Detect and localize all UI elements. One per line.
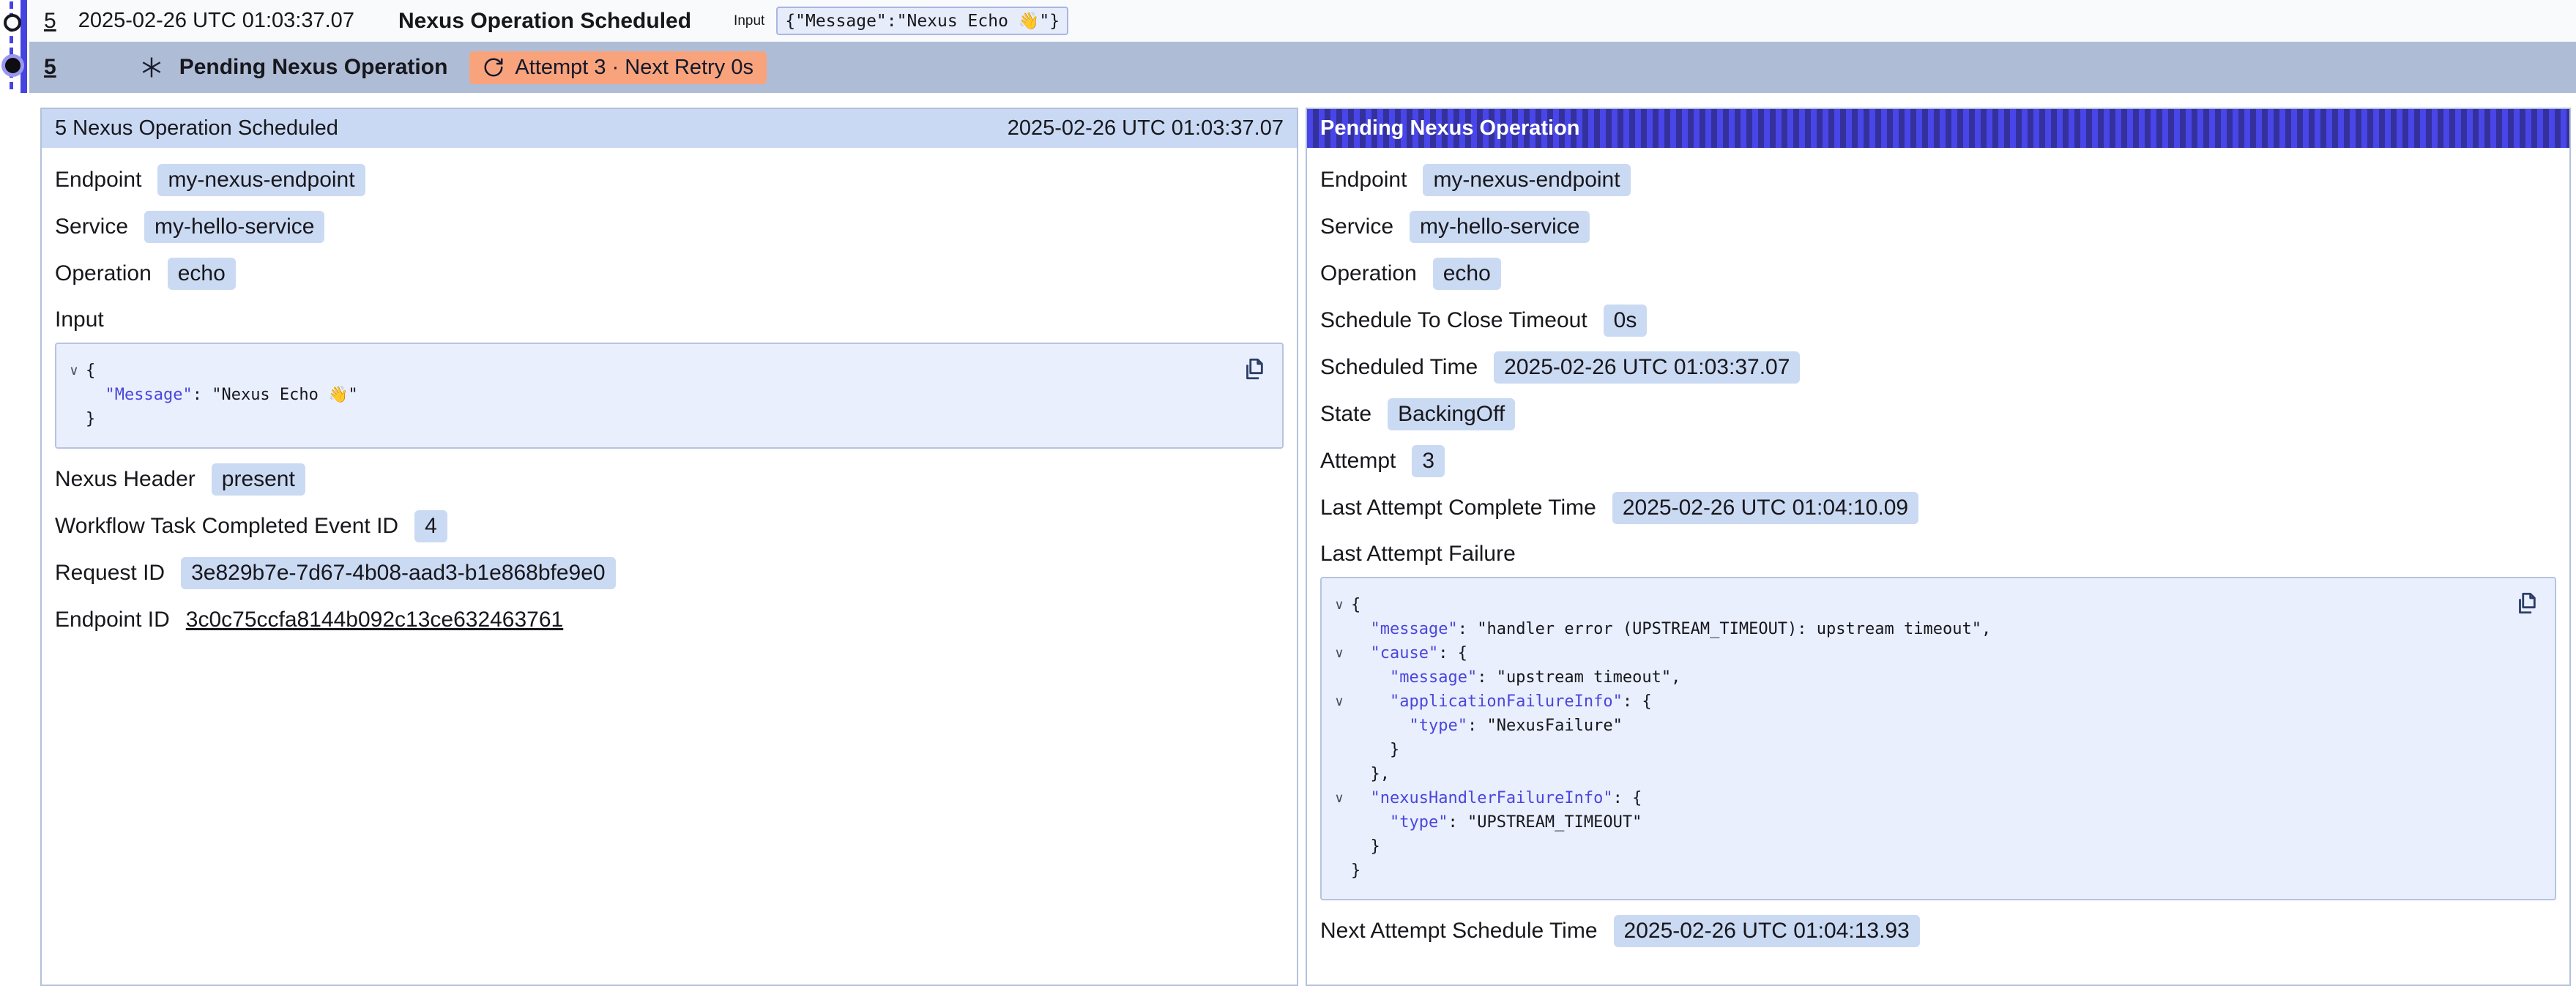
field-label: Service [55,214,128,239]
field-value-chip: my-nexus-endpoint [157,164,365,196]
pending-asterisk-icon [138,54,165,81]
field-scheduled-time: Scheduled Time 2025-02-26 UTC 01:03:37.0… [1320,351,2556,384]
field-label: Attempt [1320,449,1396,474]
field-value-chip: 2025-02-26 UTC 01:03:37.07 [1494,351,1800,384]
pending-title: Pending Nexus Operation [179,55,448,80]
field-endpoint-id: Endpoint ID 3c0c75ccfa8144b092c13ce63246… [55,604,1284,636]
collapse-chevron-icon [1328,762,1351,786]
event-open-marker-icon [4,14,21,31]
collapse-chevron-icon [1328,714,1351,738]
field-label: Nexus Header [55,467,196,492]
scheduled-event-panel: 5 Nexus Operation Scheduled 2025-02-26 U… [40,108,1298,986]
failure-section-label: Last Attempt Failure [1320,542,2556,567]
field-attempt: Attempt 3 [1320,445,2556,477]
failure-json-viewer: ∨{ "message": "handler error (UPSTREAM_T… [1320,577,2556,900]
field-value-chip: echo [1433,258,1501,290]
field-label: Operation [1320,261,1417,286]
collapse-chevron-icon [1328,738,1351,762]
collapse-chevron-icon[interactable]: ∨ [1328,690,1351,714]
field-value-chip: my-nexus-endpoint [1423,164,1630,196]
pending-panel-title: Pending Nexus Operation [1320,116,1580,141]
collapse-chevron-icon [1328,859,1351,883]
pending-panel-header: Pending Nexus Operation [1307,109,2569,148]
attempt-retry-badge: Attempt 3 · Next Retry 0s [469,51,767,84]
field-label: Operation [55,261,152,286]
field-label: Service [1320,214,1393,239]
field-service: Service my-hello-service [1320,211,2556,243]
retry-icon [483,56,505,78]
field-label: Request ID [55,561,165,586]
field-value-chip: 4 [414,510,447,542]
event-input-chip[interactable]: {"Message":"Nexus Echo 👋"} [776,7,1068,35]
field-value-chip: 2025-02-26 UTC 01:04:13.93 [1614,915,1920,947]
field-request-id: Request ID 3e829b7e-7d67-4b08-aad3-b1e86… [55,557,1284,589]
field-last-attempt-complete-time: Last Attempt Complete Time 2025-02-26 UT… [1320,492,2556,524]
field-state: State BackingOff [1320,398,2556,430]
pending-operation-row[interactable]: 5 Pending Nexus Operation Attempt 3 · Ne… [29,42,2576,93]
copy-button[interactable] [2514,590,2540,616]
field-value-chip: present [212,463,305,496]
field-service: Service my-hello-service [55,211,1284,243]
collapse-chevron-icon[interactable]: ∨ [1328,593,1351,617]
pending-id-link[interactable]: 5 [44,55,56,80]
field-value-chip: 2025-02-26 UTC 01:04:10.09 [1612,492,1918,524]
collapse-chevron-icon [1328,834,1351,859]
field-value-chip: 0s [1604,305,1648,337]
scheduled-panel-timestamp: 2025-02-26 UTC 01:03:37.07 [1008,116,1284,141]
collapse-chevron-icon [1328,810,1351,834]
copy-icon [1241,356,1266,381]
field-label: Workflow Task Completed Event ID [55,514,398,539]
field-value-chip: my-hello-service [144,211,324,243]
attempt-retry-text: Attempt 3 · Next Retry 0s [515,56,753,80]
field-endpoint: Endpoint my-nexus-endpoint [55,164,1284,196]
field-value-chip: 3 [1412,445,1445,477]
field-endpoint: Endpoint my-nexus-endpoint [1320,164,2556,196]
field-next-attempt-schedule-time: Next Attempt Schedule Time 2025-02-26 UT… [1320,915,2556,947]
field-label: Endpoint [55,168,141,193]
endpoint-id-link[interactable]: 3c0c75ccfa8144b092c13ce632463761 [186,608,563,632]
collapse-chevron-icon[interactable]: ∨ [1328,641,1351,665]
event-row-scheduled[interactable]: 5 2025-02-26 UTC 01:03:37.07 Nexus Opera… [29,0,2576,42]
event-id-link[interactable]: 5 [44,9,56,34]
event-title: Nexus Operation Scheduled [398,9,691,34]
field-operation: Operation echo [1320,258,2556,290]
collapse-chevron-icon[interactable]: ∨ [62,359,86,383]
detail-panels: 5 Nexus Operation Scheduled 2025-02-26 U… [40,108,2571,986]
field-value-chip: BackingOff [1388,398,1515,430]
copy-button[interactable] [1241,356,1267,382]
collapse-chevron-icon [62,383,86,407]
event-pending-marker-icon [5,58,21,73]
input-json-viewer: ∨{ "Message": "Nexus Echo 👋" } [55,343,1284,449]
field-label: Next Attempt Schedule Time [1320,919,1598,944]
field-operation: Operation echo [55,258,1284,290]
field-value-chip: my-hello-service [1410,211,1590,243]
field-label: Scheduled Time [1320,355,1478,380]
copy-icon [2514,591,2539,616]
field-label: Endpoint [1320,168,1407,193]
event-input-label: Input [734,13,764,29]
collapse-chevron-icon[interactable]: ∨ [1328,786,1351,810]
collapse-chevron-icon [1328,617,1351,641]
pending-operation-panel: Pending Nexus Operation Endpoint my-nexu… [1306,108,2571,986]
field-label: State [1320,402,1371,427]
field-value-chip: echo [168,258,236,290]
scheduled-panel-title: 5 Nexus Operation Scheduled [55,116,338,141]
collapse-chevron-icon [62,407,86,431]
field-label: Last Attempt Complete Time [1320,496,1596,520]
field-label: Schedule To Close Timeout [1320,308,1587,333]
field-nexus-header: Nexus Header present [55,463,1284,496]
field-label: Endpoint ID [55,608,170,632]
scheduled-panel-header: 5 Nexus Operation Scheduled 2025-02-26 U… [42,109,1297,148]
collapse-chevron-icon [1328,665,1351,690]
event-timestamp: 2025-02-26 UTC 01:03:37.07 [78,9,354,33]
timeline-active-bar [21,0,27,93]
field-value-chip: 3e829b7e-7d67-4b08-aad3-b1e868bfe9e0 [181,557,616,589]
field-schedule-to-close-timeout: Schedule To Close Timeout 0s [1320,305,2556,337]
input-section-label: Input [55,307,1284,332]
field-workflow-task-completed-event-id: Workflow Task Completed Event ID 4 [55,510,1284,542]
